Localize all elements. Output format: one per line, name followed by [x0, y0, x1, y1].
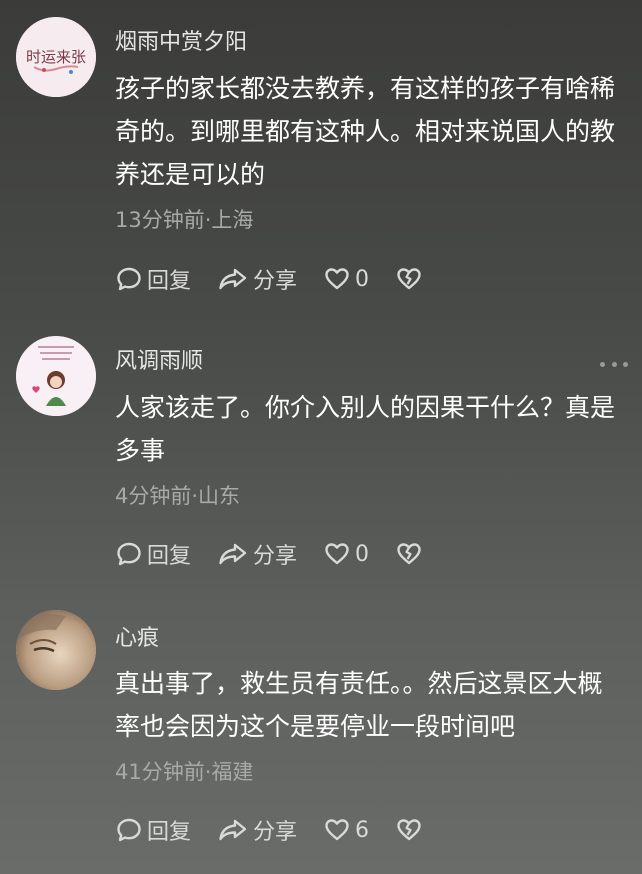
share-button[interactable]: 分享 [217, 538, 297, 570]
avatar[interactable] [16, 336, 96, 416]
like-count: 6 [355, 817, 370, 843]
username[interactable]: 烟雨中赏夕阳 [115, 24, 247, 56]
like-button[interactable]: 0 [323, 265, 369, 293]
like-count: 0 [355, 266, 370, 292]
comment-bubble-icon [117, 542, 141, 566]
share-button[interactable]: 分享 [217, 814, 297, 846]
avatar[interactable]: 时运来张 [16, 17, 96, 97]
avatar-image [16, 610, 96, 690]
comment-item: 风调雨顺 人家该走了。你介入别人的因果干什么？真是多事 4分钟前·山东 回复 分… [0, 300, 642, 580]
comment-meta: 4分钟前·山东 [115, 484, 241, 508]
share-arrow-icon [219, 819, 247, 841]
share-arrow-icon [219, 268, 247, 290]
comment-text: 孩子的家长都没去教养，有这样的孩子有啥稀奇的。到哪里都有这种人。相对来说国人的教… [115, 74, 616, 189]
reply-button[interactable]: 回复 [115, 263, 191, 295]
heart-icon [325, 543, 349, 565]
share-label: 分享 [253, 820, 298, 845]
heart-icon [325, 268, 349, 290]
reply-label: 回复 [147, 820, 192, 845]
comment-bubble-icon [117, 818, 141, 842]
comment-meta: 41分钟前·福建 [115, 760, 254, 784]
share-arrow-icon [219, 543, 247, 565]
reply-label: 回复 [147, 544, 192, 569]
username[interactable]: 心痕 [115, 620, 159, 652]
share-label: 分享 [253, 544, 298, 569]
reply-label: 回复 [147, 269, 192, 294]
username[interactable]: 风调雨顺 [115, 343, 203, 375]
like-button[interactable]: 0 [323, 540, 369, 568]
avatar[interactable] [16, 610, 96, 690]
avatar-image: 时运来张 [16, 17, 96, 97]
dislike-button[interactable] [395, 265, 423, 293]
action-bar: 回复 分享 0 [115, 262, 423, 296]
share-label: 分享 [253, 269, 298, 294]
action-bar: 回复 分享 6 [115, 813, 423, 847]
comment-text: 真出事了，救生员有责任。。然后这景区大概率也会因为这个是要停业一段时间吧 [115, 669, 603, 741]
reply-button[interactable]: 回复 [115, 538, 191, 570]
reply-button[interactable]: 回复 [115, 814, 191, 846]
broken-heart-icon [397, 268, 421, 290]
broken-heart-icon [397, 543, 421, 565]
dislike-button[interactable] [395, 816, 423, 844]
comment-bubble-icon [117, 267, 141, 291]
action-bar: 回复 分享 0 [115, 537, 423, 571]
dislike-button[interactable] [395, 540, 423, 568]
heart-icon [325, 819, 349, 841]
comment-item: 时运来张 烟雨中赏夕阳 孩子的家长都没去教养，有这样的孩子有啥稀奇的。到哪里都有… [0, 0, 642, 300]
comment-text: 人家该走了。你介入别人的因果干什么？真是多事 [115, 393, 616, 465]
avatar-image [16, 336, 96, 416]
avatar-text: 时运来张 [26, 48, 86, 66]
like-count: 0 [355, 541, 370, 567]
share-button[interactable]: 分享 [217, 263, 297, 295]
more-dots-icon[interactable] [600, 360, 628, 368]
like-button[interactable]: 6 [323, 816, 369, 844]
broken-heart-icon [397, 819, 421, 841]
comment-item: 心痕 真出事了，救生员有责任。。然后这景区大概率也会因为这个是要停业一段时间吧 … [0, 580, 642, 874]
comment-meta: 13分钟前·上海 [115, 208, 254, 232]
